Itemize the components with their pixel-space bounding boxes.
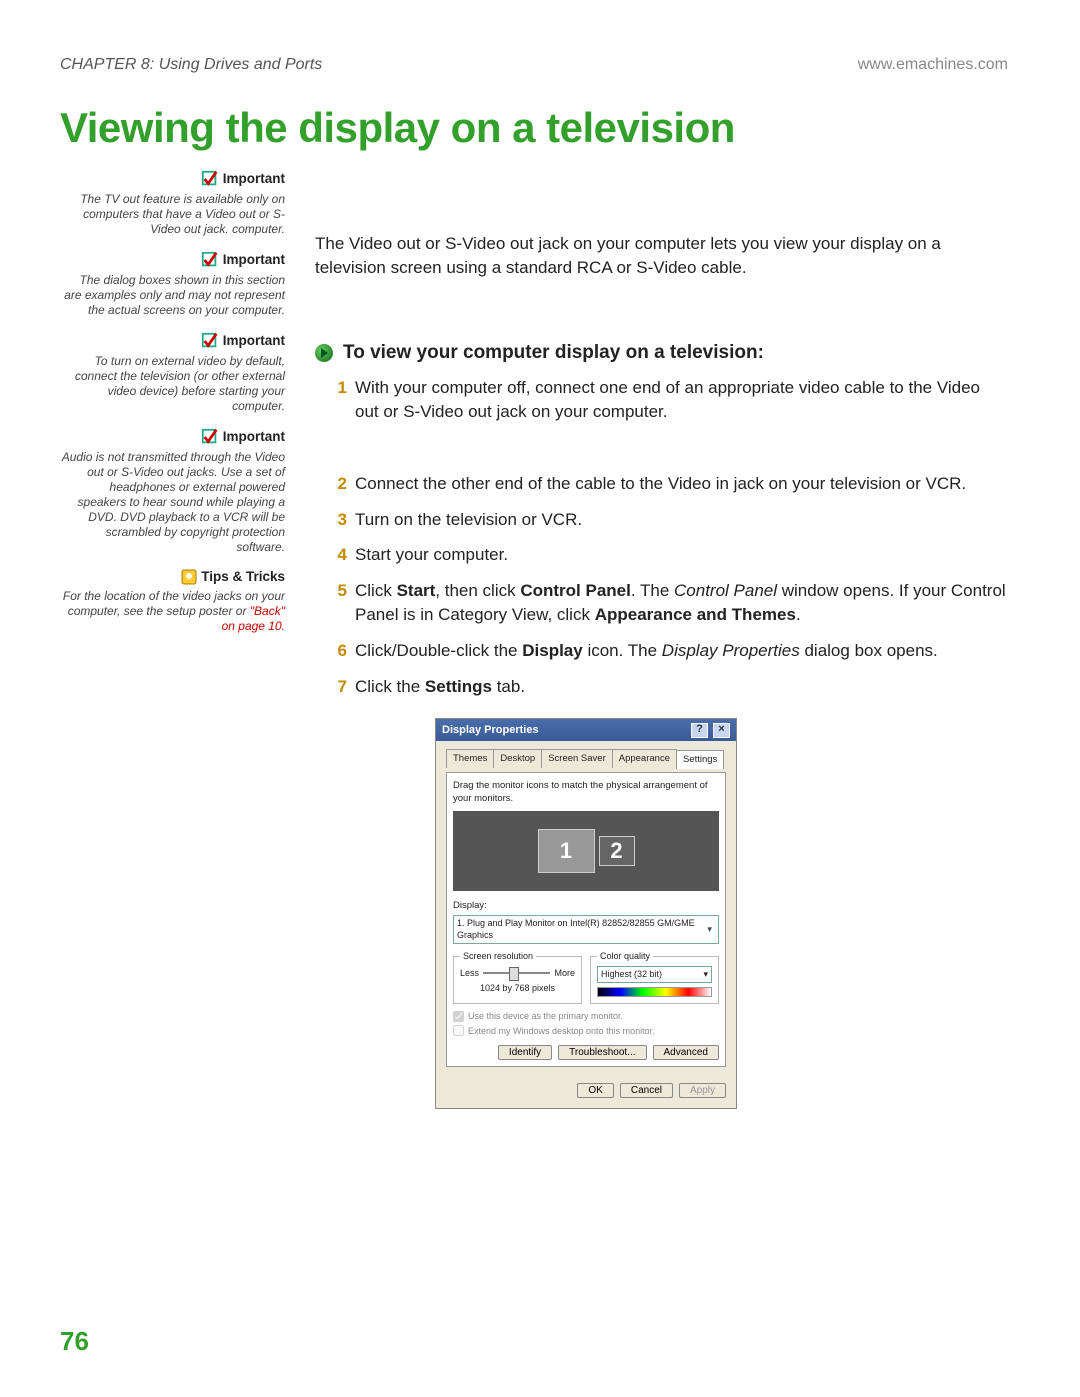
task-heading: To view your computer display on a telev…	[315, 340, 1008, 367]
troubleshoot-button[interactable]: Troubleshoot...	[558, 1045, 646, 1060]
tab-themes[interactable]: Themes	[446, 749, 494, 767]
display-select[interactable]: 1. Plug and Play Monitor on Intel(R) 828…	[453, 915, 719, 944]
step-6-text: Click/Double-click the Display icon. The…	[355, 639, 938, 663]
dialog-titlebar[interactable]: Display Properties ? ×	[436, 719, 736, 741]
play-icon	[315, 344, 333, 362]
advanced-button[interactable]: Advanced	[653, 1045, 719, 1060]
page-title: Viewing the display on a television	[60, 104, 1008, 152]
checkmark-icon	[201, 170, 219, 188]
resolution-value: 1024 by 768 pixels	[460, 982, 575, 995]
important-note-2: Important The dialog boxes shown in this…	[60, 251, 285, 318]
step-4: 4Start your computer.	[333, 543, 1008, 567]
color-preview-bar	[597, 987, 712, 997]
important-note-4: Important Audio is not transmitted throu…	[60, 428, 285, 555]
resolution-group: Screen resolution Less More 1024 by 768 …	[453, 950, 582, 1004]
display-label: Display:	[453, 899, 719, 912]
site-url: www.emachines.com	[858, 56, 1008, 74]
monitor-arrangement[interactable]: 1 2	[453, 811, 719, 891]
close-icon[interactable]: ×	[713, 723, 730, 738]
checkmark-icon	[201, 428, 219, 446]
main-content: The Video out or S-Video out jack on you…	[315, 170, 1008, 1109]
tab-appearance[interactable]: Appearance	[612, 749, 677, 767]
step-7: 7Click the Settings tab.	[333, 675, 1008, 699]
checkmark-icon	[201, 251, 219, 269]
dialog-title: Display Properties	[442, 723, 539, 738]
tips-note: Tips & Tricks For the location of the vi…	[60, 569, 285, 634]
chevron-down-icon: ▾	[703, 968, 708, 981]
chapter-label: CHAPTER 8: Using Drives and Ports	[60, 56, 322, 74]
cancel-button[interactable]: Cancel	[620, 1083, 673, 1098]
resolution-slider[interactable]	[483, 972, 550, 974]
tab-desktop[interactable]: Desktop	[493, 749, 542, 767]
chevron-down-icon: ▾	[704, 923, 715, 936]
display-properties-dialog: Display Properties ? × Themes Desktop Sc…	[435, 718, 737, 1109]
color-quality-select[interactable]: Highest (32 bit) ▾	[597, 966, 712, 983]
page-number: 76	[60, 1326, 89, 1357]
tab-screensaver[interactable]: Screen Saver	[541, 749, 613, 767]
help-icon[interactable]: ?	[691, 723, 708, 738]
step-7-text: Click the Settings tab.	[355, 675, 525, 699]
primary-monitor-checkbox[interactable]: Use this device as the primary monitor.	[453, 1010, 719, 1023]
color-quality-group: Color quality Highest (32 bit) ▾	[590, 950, 719, 1004]
step-5: 5Click Start, then click Control Panel. …	[333, 579, 1008, 627]
apply-button[interactable]: Apply	[679, 1083, 726, 1098]
dialog-tabs: Themes Desktop Screen Saver Appearance S…	[446, 749, 726, 767]
tip-body: For the location of the video jacks on y…	[60, 589, 285, 634]
sidebar: Important The TV out feature is availabl…	[60, 170, 285, 648]
monitor-2-icon[interactable]: 2	[599, 836, 635, 866]
step-6: 6Click/Double-click the Display icon. Th…	[333, 639, 1008, 663]
important-note-3: Important To turn on external video by d…	[60, 332, 285, 414]
step-3: 3Turn on the television or VCR.	[333, 508, 1008, 532]
arrange-instruction: Drag the monitor icons to match the phys…	[453, 779, 719, 806]
checkmark-icon	[201, 332, 219, 350]
lightbulb-icon	[181, 569, 197, 585]
extend-desktop-checkbox[interactable]: Extend my Windows desktop onto this moni…	[453, 1025, 719, 1038]
identify-button[interactable]: Identify	[498, 1045, 552, 1060]
page-header: CHAPTER 8: Using Drives and Ports www.em…	[60, 56, 1008, 74]
intro-paragraph: The Video out or S-Video out jack on you…	[315, 232, 1008, 280]
ok-button[interactable]: OK	[577, 1083, 613, 1098]
tab-settings[interactable]: Settings	[676, 750, 724, 768]
step-5-text: Click Start, then click Control Panel. T…	[355, 579, 1008, 627]
important-note-1: Important The TV out feature is availabl…	[60, 170, 285, 237]
steps-list: 1With your computer off, connect one end…	[315, 376, 1008, 698]
monitor-1-icon[interactable]: 1	[538, 829, 595, 873]
step-1: 1With your computer off, connect one end…	[333, 376, 1008, 424]
step-2: 2Connect the other end of the cable to t…	[333, 472, 1008, 496]
